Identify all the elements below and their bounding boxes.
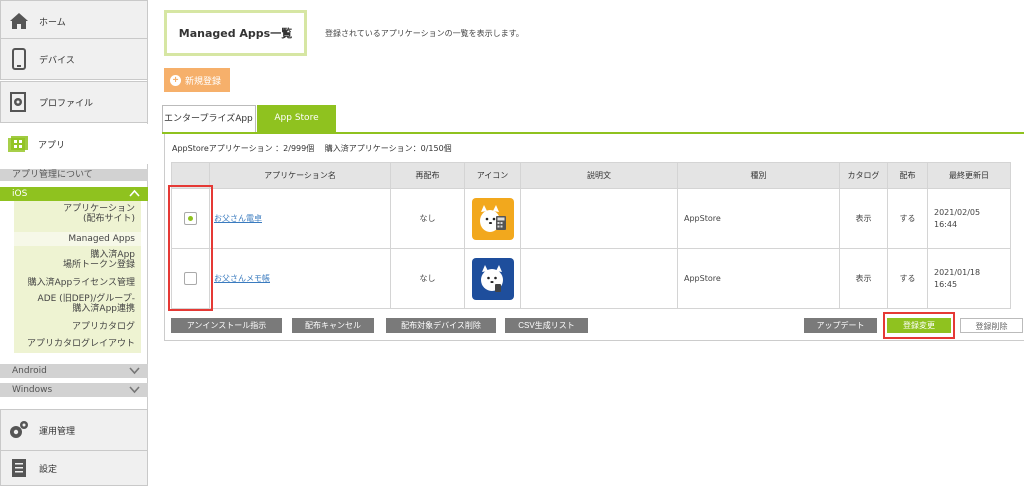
table-row: お父さんメモ帳 なし AppStore 表示 する 2021/01/18 16:… bbox=[171, 248, 1011, 309]
ios-label: iOS bbox=[12, 189, 28, 199]
android-label: Android bbox=[12, 366, 47, 376]
nav-settings-label: 設定 bbox=[39, 464, 58, 475]
csv-list-button[interactable]: CSV生成リスト bbox=[505, 318, 588, 333]
nav-apps-label: アプリ bbox=[38, 140, 66, 151]
register-delete-button[interactable]: 登録削除 bbox=[960, 318, 1023, 333]
header-description: 説明文 bbox=[520, 162, 678, 189]
sidebar: ホーム デバイス プロファイル アプリ アプリ管理について iOS アプリケーシ… bbox=[0, 0, 148, 486]
nav-settings[interactable]: 設定 bbox=[0, 450, 148, 486]
row-checkbox[interactable] bbox=[184, 212, 197, 225]
nav-operations-label: 運用管理 bbox=[39, 426, 76, 437]
nav-devices[interactable]: デバイス bbox=[0, 38, 148, 80]
nav-devices-label: デバイス bbox=[39, 55, 75, 66]
profile-gear-icon bbox=[6, 89, 32, 115]
distribute-cell: する bbox=[887, 188, 928, 249]
app-name-link[interactable]: お父さん電卓 bbox=[214, 214, 262, 223]
chevron-down-icon bbox=[129, 365, 140, 381]
table-row: お父さん電卓 なし AppStore 表示 する 2021/02/05 16:4… bbox=[171, 188, 1011, 249]
updated-cell: 2021/02/05 16:44 bbox=[927, 188, 1011, 249]
redistribute-cell: なし bbox=[390, 188, 465, 249]
catalog-cell: 表示 bbox=[839, 188, 888, 249]
gears-icon bbox=[6, 417, 32, 443]
header-distribute: 配布 bbox=[887, 162, 928, 189]
type-cell: AppStore bbox=[677, 188, 840, 249]
header-redistribute: 再配布 bbox=[390, 162, 465, 189]
ios-submenu: アプリケーション (配布サイト) Managed Apps 購入済App 場所ト… bbox=[14, 201, 141, 353]
ios-item-applications[interactable]: アプリケーション (配布サイト) bbox=[63, 204, 135, 224]
remove-target-devices-button[interactable]: 配布対象デバイス削除 bbox=[386, 318, 496, 333]
uninstall-button[interactable]: アンインストール指示 bbox=[171, 318, 282, 333]
header-app-name: アプリケーション名 bbox=[209, 162, 391, 189]
about-app-management[interactable]: アプリ管理について bbox=[0, 169, 148, 181]
redistribute-cell: なし bbox=[390, 248, 465, 309]
document-list-icon bbox=[6, 455, 32, 481]
nav-home[interactable]: ホーム bbox=[0, 0, 148, 42]
calculator-app-icon bbox=[471, 197, 514, 240]
description-cell bbox=[520, 188, 678, 249]
nav-profiles[interactable]: プロファイル bbox=[0, 81, 148, 123]
cancel-distribution-button[interactable]: 配布キャンセル bbox=[292, 318, 374, 333]
smartphone-icon bbox=[6, 46, 32, 72]
catalog-cell: 表示 bbox=[839, 248, 888, 309]
ios-item-app-catalog-layout[interactable]: アプリカタログレイアウト bbox=[27, 339, 135, 349]
nav-profiles-label: プロファイル bbox=[39, 98, 94, 109]
tab-app-store[interactable]: App Store bbox=[257, 105, 336, 132]
header-last-updated: 最終更新日 bbox=[927, 162, 1011, 189]
tab-enterprise-app[interactable]: エンタープライズApp bbox=[162, 105, 256, 132]
ios-item-purchased-location-token[interactable]: 購入済App 場所トークン登録 bbox=[63, 250, 135, 270]
ios-item-purchased-license[interactable]: 購入済Appライセンス管理 bbox=[28, 278, 135, 288]
new-register-label: 新規登録 bbox=[185, 75, 222, 86]
header-select bbox=[171, 162, 210, 189]
ios-item-app-catalog[interactable]: アプリカタログ bbox=[72, 322, 135, 332]
register-change-button[interactable]: 登録変更 bbox=[887, 318, 951, 333]
memo-app-icon bbox=[471, 257, 514, 300]
plus-icon: + bbox=[170, 74, 181, 86]
distribute-cell: する bbox=[887, 248, 928, 309]
new-register-button[interactable]: + 新規登録 bbox=[164, 68, 230, 92]
app-table: アプリケーション名 再配布 アイコン 説明文 種別 カタログ 配布 最終更新日 … bbox=[171, 162, 1011, 309]
app-count-summary: AppStoreアプリケーション ：2/999個 購入済アプリケーション：0/1… bbox=[172, 143, 452, 154]
windows-label: Windows bbox=[12, 385, 53, 395]
header-icon: アイコン bbox=[464, 162, 521, 189]
page-description: 登録されているアプリケーションの一覧を表示します。 bbox=[325, 29, 524, 38]
description-cell bbox=[520, 248, 678, 309]
type-cell: AppStore bbox=[677, 248, 840, 309]
appstore-count: AppStoreアプリケーション ：2/999個 bbox=[172, 144, 315, 153]
chevron-down-icon bbox=[129, 384, 140, 400]
purchased-count: 購入済アプリケーション：0/150個 bbox=[324, 144, 452, 153]
nav-operations[interactable]: 運用管理 bbox=[0, 409, 148, 451]
update-button[interactable]: アップデート bbox=[804, 318, 877, 333]
ios-item-ade-integration[interactable]: ADE (旧DEP)/グループ- 購入済App連携 bbox=[38, 294, 135, 314]
ios-item-managed-apps[interactable]: Managed Apps bbox=[14, 232, 141, 246]
windows-section-header[interactable]: Windows bbox=[0, 383, 148, 397]
row-checkbox[interactable] bbox=[184, 272, 197, 285]
page-title: Managed Apps一覧 bbox=[164, 10, 307, 56]
apps-icon bbox=[5, 131, 31, 157]
home-icon bbox=[6, 8, 32, 34]
table-header-row: アプリケーション名 再配布 アイコン 説明文 種別 カタログ 配布 最終更新日 bbox=[171, 162, 1011, 189]
android-section-header[interactable]: Android bbox=[0, 364, 148, 378]
nav-apps[interactable]: アプリ bbox=[0, 124, 148, 164]
updated-cell: 2021/01/18 16:45 bbox=[927, 248, 1011, 309]
header-type: 種別 bbox=[677, 162, 840, 189]
ios-section-header[interactable]: iOS bbox=[0, 187, 148, 201]
nav-home-label: ホーム bbox=[39, 17, 66, 28]
app-name-link[interactable]: お父さんメモ帳 bbox=[214, 274, 270, 283]
header-catalog: カタログ bbox=[839, 162, 888, 189]
